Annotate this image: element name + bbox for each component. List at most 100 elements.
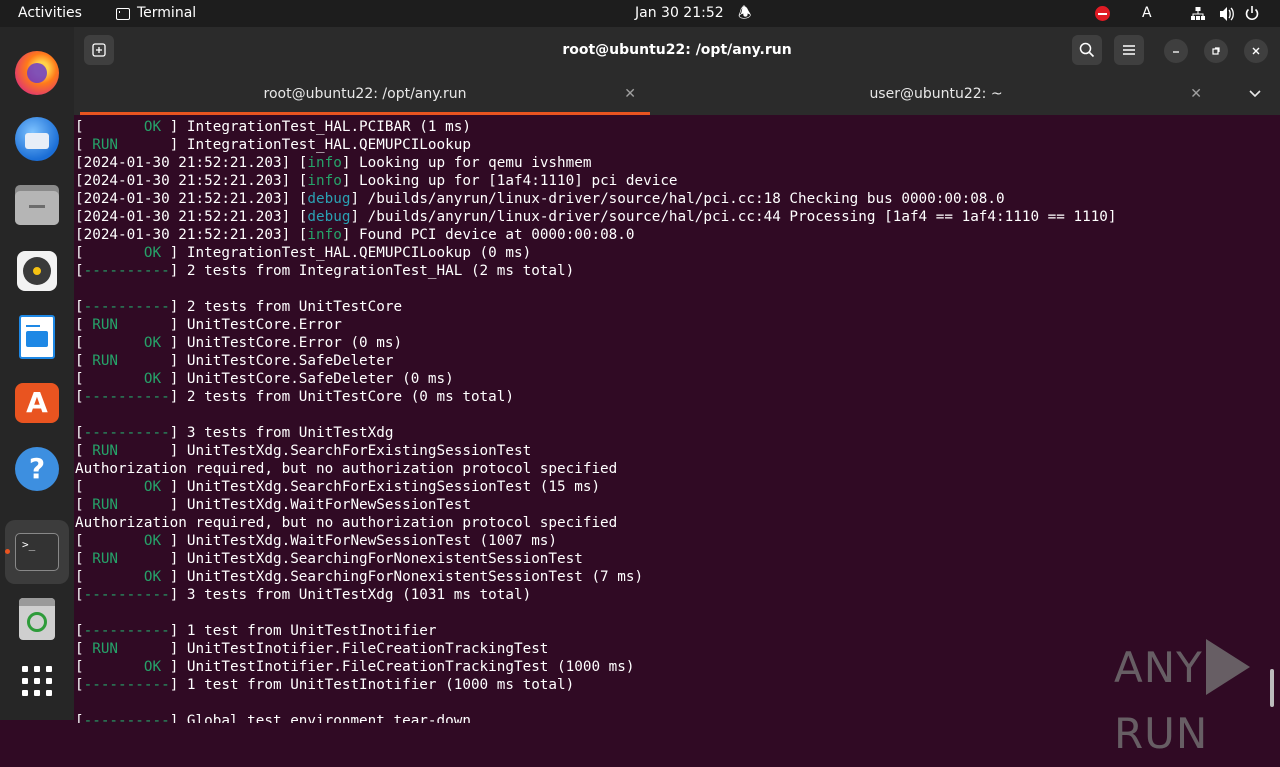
terminal-text-segment: ] 2 tests from UnitTestCore (0 ms total) (169, 389, 514, 405)
rhythmbox-icon[interactable] (5, 239, 69, 303)
terminal-text-segment: OK (83, 659, 170, 675)
tab-bar: root@ubuntu22: /opt/any.run ✕ user@ubunt… (74, 73, 1280, 115)
terminal-text-segment: ] UnitTestCore.Error (169, 317, 342, 333)
tab-user-home[interactable]: user@ubuntu22: ~ ✕ (656, 73, 1216, 115)
recording-stop-icon[interactable] (1095, 6, 1110, 21)
clock[interactable]: Jan 30 21:52 (635, 0, 724, 27)
terminal-line: [----------] 3 tests from UnitTestXdg (75, 424, 1265, 442)
play-icon (1205, 638, 1250, 695)
terminal-text-segment: ] UnitTestXdg.WaitForNewSessionTest (169, 497, 471, 513)
terminal-text-segment: OK (83, 569, 170, 585)
terminal-text-segment: [ (75, 353, 84, 369)
hamburger-menu-icon[interactable] (1114, 35, 1144, 65)
terminal-text-segment: ] UnitTestXdg.SearchForExistingSessionTe… (169, 443, 532, 459)
terminal-text-segment: [ (75, 425, 84, 441)
terminal-text-segment: ---------- (83, 425, 170, 441)
terminal-text-segment: [ (75, 263, 84, 279)
terminal-line: Authorization required, but no authoriza… (75, 460, 1265, 478)
help-icon[interactable]: ? (5, 437, 69, 501)
terminal-line: [----------] 3 tests from UnitTestXdg (1… (75, 586, 1265, 604)
terminal-text-segment: ] Looking up for [1af4:1110] pci device (341, 173, 678, 189)
maximize-icon[interactable] (1204, 39, 1228, 63)
tab-root-anyrun[interactable]: root@ubuntu22: /opt/any.run ✕ (80, 73, 650, 115)
terminal-line: [ OK ] UnitTestCore.Error (0 ms) (75, 334, 1265, 352)
terminal-line: [----------] 2 tests from UnitTestCore (75, 298, 1265, 316)
terminal-text-segment: ---------- (83, 587, 170, 603)
volume-icon[interactable] (1218, 0, 1234, 27)
network-icon[interactable] (1190, 0, 1206, 27)
power-icon[interactable] (1244, 0, 1260, 27)
terminal-text-segment: ] IntegrationTest_HAL.PCIBAR (1 ms) (169, 119, 471, 135)
terminal-output[interactable]: [ OK ] IntegrationTest_HAL.PCIBAR (1 ms)… (75, 115, 1265, 723)
terminal-line: [ RUN ] UnitTestCore.Error (75, 316, 1265, 334)
terminal-text-segment: [2024-01-30 21:52:21.203] [ (75, 173, 308, 189)
terminal-text-segment: [2024-01-30 21:52:21.203] [ (75, 155, 308, 171)
thunderbird-icon[interactable] (5, 107, 69, 171)
terminal-text-segment: OK (83, 335, 170, 351)
terminal-text-segment: [ (75, 245, 84, 261)
terminal-text-segment: ] 1 test from UnitTestInotifier (1000 ms… (169, 677, 575, 693)
terminal-text-segment: ---------- (83, 263, 170, 279)
tab-close-icon[interactable]: ✕ (1190, 73, 1202, 115)
terminal-text-segment: ] /builds/anyrun/linux-driver/source/hal… (350, 209, 1117, 225)
terminal-line: [ RUN ] UnitTestXdg.SearchingForNonexist… (75, 550, 1265, 568)
terminal-line: [----------] 2 tests from IntegrationTes… (75, 262, 1265, 280)
terminal-text-segment: [2024-01-30 21:52:21.203] [ (75, 191, 308, 207)
minimize-icon[interactable] (1164, 39, 1188, 63)
terminal-line: [2024-01-30 21:52:21.203] [info] Found P… (75, 226, 1265, 244)
terminal-text-segment: ] 3 tests from UnitTestXdg (1031 ms tota… (169, 587, 532, 603)
show-apps-icon[interactable] (5, 649, 69, 713)
terminal-text-segment: ] UnitTestXdg.WaitForNewSessionTest (100… (169, 533, 558, 549)
terminal-text-segment: Authorization required, but no authoriza… (75, 461, 618, 477)
terminal-line: [----------] 1 test from UnitTestInotifi… (75, 622, 1265, 640)
files-icon[interactable] (5, 173, 69, 237)
keyboard-layout-indicator[interactable]: A (1142, 0, 1152, 27)
terminal-text-segment: ] UnitTestXdg.SearchingForNonexistentSes… (169, 569, 644, 585)
terminal-text-segment: [ (75, 371, 84, 387)
firefox-icon[interactable] (5, 41, 69, 105)
trash-icon[interactable] (5, 587, 69, 651)
terminal-icon[interactable]: >_ (5, 520, 69, 584)
terminal-text-segment: info (307, 173, 342, 189)
terminal-text-segment: [ (75, 713, 84, 723)
terminal-text-segment: RUN (83, 641, 170, 657)
notification-bell-icon[interactable]: 🕭 (738, 0, 751, 27)
terminal-text-segment: OK (83, 119, 170, 135)
terminal-line: [2024-01-30 21:52:21.203] [info] Looking… (75, 154, 1265, 172)
tab-close-icon[interactable]: ✕ (624, 73, 636, 115)
terminal-text-segment: [ (75, 641, 84, 657)
terminal-text-segment: [ (75, 299, 84, 315)
app-menu[interactable]: Terminal (116, 0, 196, 27)
activities-button[interactable]: Activities (18, 0, 82, 27)
terminal-text-segment: ] 2 tests from IntegrationTest_HAL (2 ms… (169, 263, 575, 279)
terminal-text-segment: [ (75, 659, 84, 675)
terminal-text-segment: debug (307, 191, 351, 207)
terminal-text-segment: [ (75, 479, 84, 495)
terminal-text-segment: [ (75, 623, 84, 639)
terminal-text-segment: RUN (83, 137, 170, 153)
close-icon[interactable] (1244, 39, 1268, 63)
terminal-text-segment: [ (75, 335, 84, 351)
terminal-line: [ RUN ] UnitTestCore.SafeDeleter (75, 352, 1265, 370)
dock: A ? >_ (0, 27, 74, 720)
terminal-text-segment: ] Global test environment tear-down (169, 713, 471, 723)
app-center-icon[interactable]: A (5, 371, 69, 435)
terminal-text-segment: [ (75, 389, 84, 405)
terminal-line: [ OK ] UnitTestXdg.SearchForExistingSess… (75, 478, 1265, 496)
terminal-text-segment: RUN (83, 353, 170, 369)
watermark-right-text: RUN (1114, 709, 1209, 758)
terminal-text-segment: [ (75, 137, 84, 153)
terminal-text-segment: [ (75, 587, 84, 603)
terminal-line: [ OK ] IntegrationTest_HAL.PCIBAR (1 ms) (75, 118, 1265, 136)
terminal-text-segment: [2024-01-30 21:52:21.203] [ (75, 227, 308, 243)
title-bar[interactable]: root@ubuntu22: /opt/any.run (74, 27, 1280, 73)
search-icon[interactable] (1072, 35, 1102, 65)
terminal-text-segment: [ (75, 119, 84, 135)
terminal-text-segment: [ (75, 569, 84, 585)
writer-icon[interactable] (5, 305, 69, 369)
terminal-line: [ OK ] UnitTestXdg.SearchingForNonexiste… (75, 568, 1265, 586)
terminal-text-segment: [2024-01-30 21:52:21.203] [ (75, 209, 308, 225)
terminal-text-segment: [ (75, 551, 84, 567)
terminal-text-segment: ] /builds/anyrun/linux-driver/source/hal… (350, 191, 1005, 207)
